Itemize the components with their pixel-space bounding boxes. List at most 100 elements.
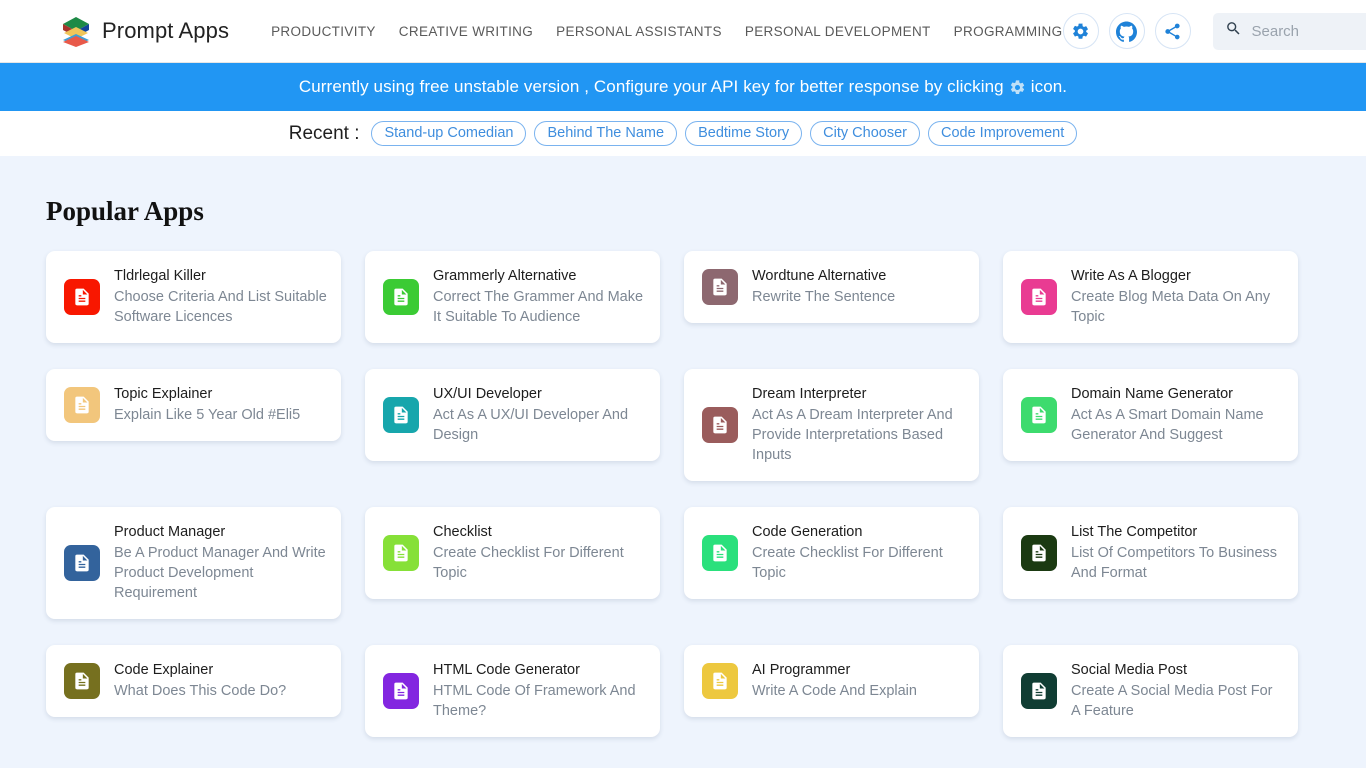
- nav-item-programming[interactable]: PROGRAMMING: [954, 24, 1063, 39]
- app-card-cell: Code Generation Create Checklist For Dif…: [684, 507, 1003, 599]
- search-box[interactable]: [1213, 13, 1366, 50]
- app-card-title: HTML Code Generator: [433, 661, 646, 680]
- app-card-description: Be A Product Manager And Write Product D…: [114, 543, 327, 603]
- app-card[interactable]: AI Programmer Write A Code And Explain: [684, 645, 979, 717]
- header-actions: [1063, 13, 1366, 50]
- github-icon: [1116, 21, 1137, 42]
- search-input[interactable]: [1252, 23, 1366, 40]
- app-card-cell: Domain Name Generator Act As A Smart Dom…: [1003, 369, 1322, 461]
- recent-label: Recent :: [289, 123, 360, 145]
- app-card-description: Rewrite The Sentence: [752, 287, 895, 307]
- app-card-title: Social Media Post: [1071, 661, 1284, 680]
- app-card-text: Wordtune Alternative Rewrite The Sentenc…: [752, 267, 895, 307]
- app-card-cell: Dream Interpreter Act As A Dream Interpr…: [684, 369, 1003, 481]
- app-card-description: HTML Code Of Framework And Theme?: [433, 681, 646, 721]
- app-card[interactable]: Code Explainer What Does This Code Do?: [46, 645, 341, 717]
- nav-item-personal-development[interactable]: PERSONAL DEVELOPMENT: [745, 24, 931, 39]
- app-card[interactable]: Tldrlegal Killer Choose Criteria And Lis…: [46, 251, 341, 343]
- app-card-cell: UX/UI Developer Act As A UX/UI Developer…: [365, 369, 684, 461]
- app-card[interactable]: Domain Name Generator Act As A Smart Dom…: [1003, 369, 1298, 461]
- nav-item-productivity[interactable]: PRODUCTIVITY: [271, 24, 376, 39]
- search-icon: [1225, 20, 1242, 42]
- recent-chip-bedtime-story[interactable]: Bedtime Story: [685, 121, 802, 146]
- app-card-description: Act As A Dream Interpreter And Provide I…: [752, 405, 965, 465]
- document-icon: [1021, 279, 1057, 315]
- main-content: Popular Apps Tldrlegal Killer Choose Cri…: [0, 156, 1366, 768]
- nav-item-personal-assistants[interactable]: PERSONAL ASSISTANTS: [556, 24, 722, 39]
- app-card-row: Topic Explainer Explain Like 5 Year Old …: [46, 369, 1322, 481]
- app-card[interactable]: Dream Interpreter Act As A Dream Interpr…: [684, 369, 979, 481]
- app-card-title: Wordtune Alternative: [752, 267, 895, 286]
- app-card-title: Write As A Blogger: [1071, 267, 1284, 286]
- settings-button[interactable]: [1063, 13, 1099, 49]
- brand-logo[interactable]: Prompt Apps: [58, 13, 229, 49]
- recent-chip-code-improvement[interactable]: Code Improvement: [928, 121, 1077, 146]
- app-card[interactable]: Code Generation Create Checklist For Dif…: [684, 507, 979, 599]
- app-card-cell: Social Media Post Create A Social Media …: [1003, 645, 1322, 737]
- gear-icon[interactable]: [1009, 79, 1026, 96]
- app-card-text: Tldrlegal Killer Choose Criteria And Lis…: [114, 267, 327, 327]
- app-card-text: Write As A Blogger Create Blog Meta Data…: [1071, 267, 1284, 327]
- github-button[interactable]: [1109, 13, 1145, 49]
- recent-chip-behind-the-name[interactable]: Behind The Name: [534, 121, 677, 146]
- banner-text-after: icon.: [1031, 77, 1067, 97]
- app-card-title: Checklist: [433, 523, 646, 542]
- app-card-description: Create A Social Media Post For A Feature: [1071, 681, 1284, 721]
- app-card[interactable]: Grammerly Alternative Correct The Gramme…: [365, 251, 660, 343]
- document-icon: [64, 279, 100, 315]
- app-card-cell: Code Explainer What Does This Code Do?: [46, 645, 365, 717]
- document-icon: [1021, 535, 1057, 571]
- brand-name: Prompt Apps: [102, 18, 229, 44]
- nav-item-creative-writing[interactable]: CREATIVE WRITING: [399, 24, 533, 39]
- app-card-text: Code Explainer What Does This Code Do?: [114, 661, 286, 701]
- app-card-description: List Of Competitors To Business And Form…: [1071, 543, 1284, 583]
- app-card[interactable]: Product Manager Be A Product Manager And…: [46, 507, 341, 619]
- app-card-text: Domain Name Generator Act As A Smart Dom…: [1071, 385, 1284, 445]
- app-card-text: Social Media Post Create A Social Media …: [1071, 661, 1284, 721]
- app-card[interactable]: Write As A Blogger Create Blog Meta Data…: [1003, 251, 1298, 343]
- app-card-title: Code Explainer: [114, 661, 286, 680]
- app-card-description: Act As A Smart Domain Name Generator And…: [1071, 405, 1284, 445]
- recent-bar: Recent : Stand-up Comedian Behind The Na…: [0, 111, 1366, 156]
- app-card-description: Explain Like 5 Year Old #Eli5: [114, 405, 300, 425]
- app-card[interactable]: Social Media Post Create A Social Media …: [1003, 645, 1298, 737]
- app-card-title: Dream Interpreter: [752, 385, 965, 404]
- app-card-title: AI Programmer: [752, 661, 917, 680]
- document-icon: [1021, 397, 1057, 433]
- document-icon: [702, 407, 738, 443]
- recent-chip-city-chooser[interactable]: City Chooser: [810, 121, 920, 146]
- app-card-description: Choose Criteria And List Suitable Softwa…: [114, 287, 327, 327]
- app-card-description: Correct The Grammer And Make It Suitable…: [433, 287, 646, 327]
- app-card-row: Code Explainer What Does This Code Do? H…: [46, 645, 1322, 737]
- app-card[interactable]: Checklist Create Checklist For Different…: [365, 507, 660, 599]
- app-card-row: Product Manager Be A Product Manager And…: [46, 507, 1322, 619]
- top-header: Prompt Apps PRODUCTIVITY CREATIVE WRITIN…: [0, 0, 1366, 63]
- app-card-text: Product Manager Be A Product Manager And…: [114, 523, 327, 603]
- document-icon: [64, 545, 100, 581]
- app-card-title: Product Manager: [114, 523, 327, 542]
- app-card-text: Code Generation Create Checklist For Dif…: [752, 523, 965, 583]
- document-icon: [702, 269, 738, 305]
- app-card[interactable]: UX/UI Developer Act As A UX/UI Developer…: [365, 369, 660, 461]
- banner-text-before: Currently using free unstable version , …: [299, 77, 1004, 97]
- document-icon: [702, 535, 738, 571]
- app-card-description: Create Checklist For Different Topic: [752, 543, 965, 583]
- app-card-title: Tldrlegal Killer: [114, 267, 327, 286]
- app-card-grid: Tldrlegal Killer Choose Criteria And Lis…: [46, 251, 1322, 763]
- app-card[interactable]: Topic Explainer Explain Like 5 Year Old …: [46, 369, 341, 441]
- recent-chip-stand-up-comedian[interactable]: Stand-up Comedian: [371, 121, 526, 146]
- app-card[interactable]: HTML Code Generator HTML Code Of Framewo…: [365, 645, 660, 737]
- app-card-cell: List The Competitor List Of Competitors …: [1003, 507, 1322, 599]
- app-card-description: Create Blog Meta Data On Any Topic: [1071, 287, 1284, 327]
- app-card[interactable]: List The Competitor List Of Competitors …: [1003, 507, 1298, 599]
- app-card-cell: Tldrlegal Killer Choose Criteria And Lis…: [46, 251, 365, 343]
- share-icon: [1163, 22, 1182, 41]
- app-card[interactable]: Wordtune Alternative Rewrite The Sentenc…: [684, 251, 979, 323]
- app-card-text: List The Competitor List Of Competitors …: [1071, 523, 1284, 583]
- document-icon: [383, 673, 419, 709]
- share-button[interactable]: [1155, 13, 1191, 49]
- app-card-description: Write A Code And Explain: [752, 681, 917, 701]
- app-card-text: Checklist Create Checklist For Different…: [433, 523, 646, 583]
- page-title: Popular Apps: [46, 196, 1322, 227]
- document-icon: [383, 397, 419, 433]
